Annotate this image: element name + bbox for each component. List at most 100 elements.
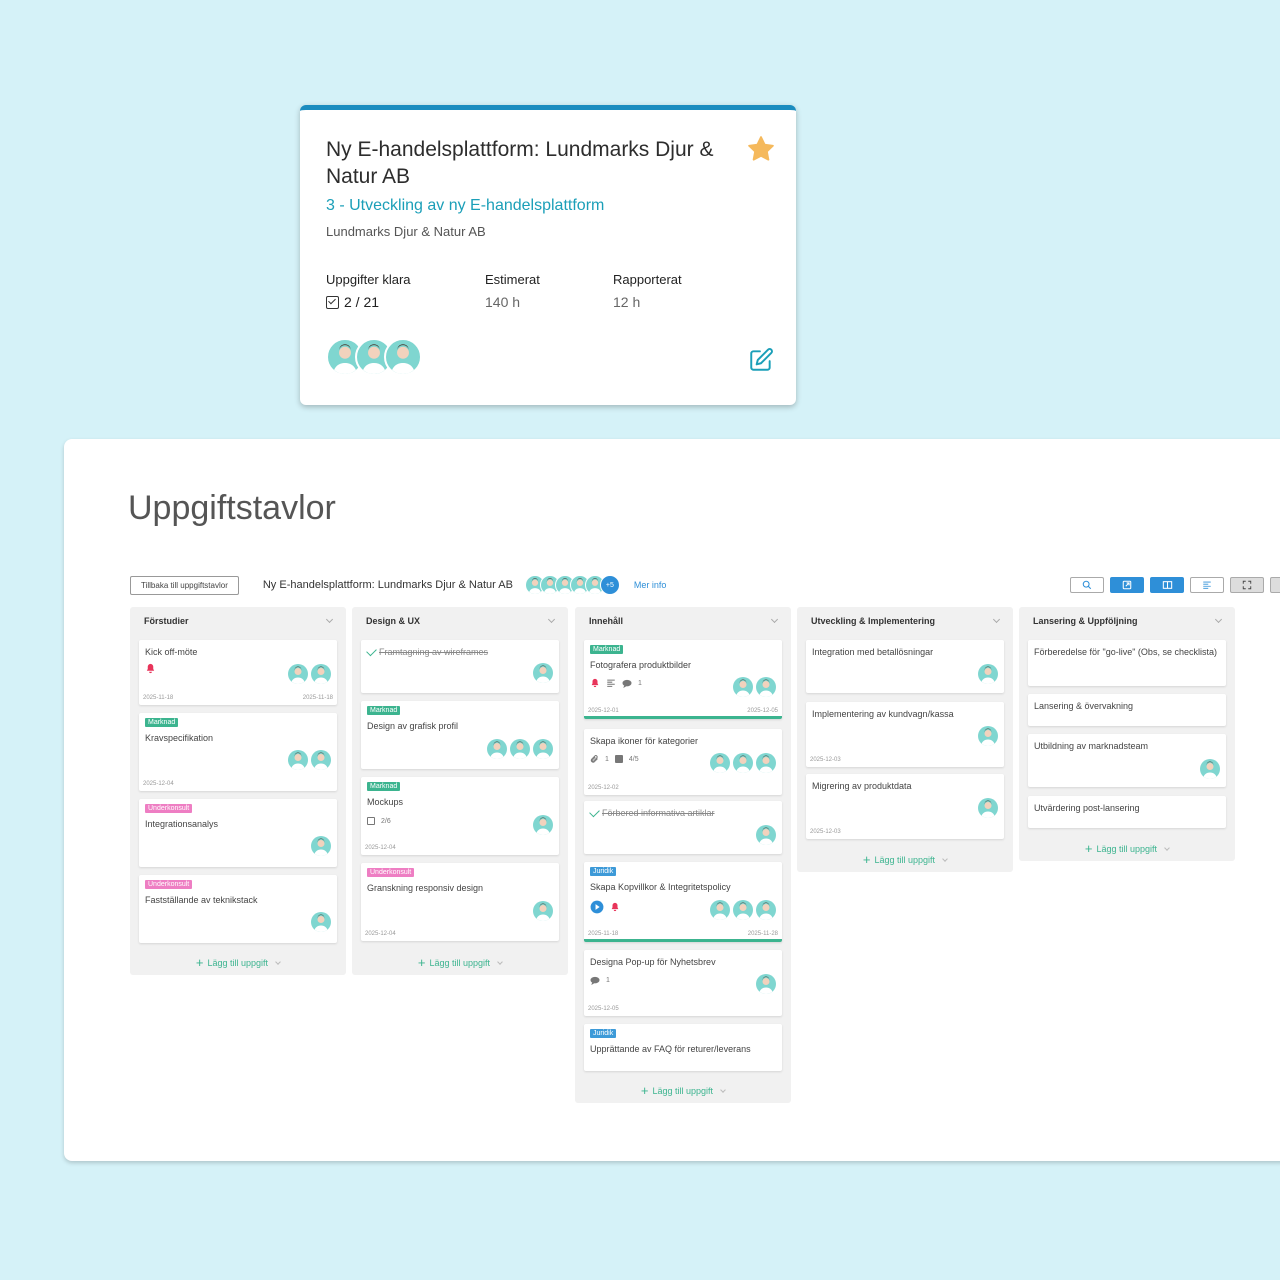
stat-label: Uppgifter klara — [326, 272, 411, 287]
more-members-badge[interactable]: +5 — [599, 575, 620, 595]
back-to-boards-button[interactable]: Tillbaka till uppgiftstavlor — [130, 575, 239, 595]
chevron-down-icon — [942, 856, 948, 862]
avatar[interactable] — [1200, 759, 1220, 779]
chevron-down-icon[interactable] — [325, 615, 334, 624]
task-card[interactable]: Marknad Design av grafisk profil — [361, 701, 559, 769]
avatar[interactable] — [487, 739, 507, 759]
column-innehall[interactable]: Innehåll Marknad Fotografera produktbild… — [575, 607, 791, 1103]
avatar[interactable] — [978, 798, 998, 818]
checklist-icon — [367, 817, 375, 825]
details-button[interactable] — [1270, 577, 1280, 593]
column-design-ux[interactable]: Design & UX Framtagning av wireframes Ma… — [352, 607, 568, 975]
project-card[interactable]: Ny E-handelsplattform: Lundmarks Djur & … — [300, 105, 796, 405]
avatar[interactable] — [978, 664, 998, 684]
edit-icon[interactable] — [748, 347, 774, 373]
task-due-date: 2025-12-03 — [810, 757, 841, 763]
task-card[interactable]: Marknad Kravspecifikation 2025-12-04 — [139, 713, 337, 791]
avatar[interactable] — [756, 753, 776, 773]
avatar[interactable] — [533, 815, 553, 835]
chevron-down-icon[interactable] — [992, 615, 1001, 624]
avatar[interactable] — [533, 663, 553, 683]
open-external-button[interactable] — [1110, 577, 1144, 593]
task-card[interactable]: Utbildning av marknadsteam — [1028, 734, 1226, 787]
task-card[interactable]: Juridik Skapa Kopvillkor & Integritetspo… — [584, 862, 782, 942]
task-card[interactable]: Marknad Fotografera produktbilder 1 2025… — [584, 640, 782, 719]
task-card[interactable]: Lansering & övervakning — [1028, 694, 1226, 726]
avatar[interactable] — [288, 750, 308, 770]
add-task-button[interactable]: + Lägg till uppgift — [1019, 841, 1235, 856]
column-forstudier[interactable]: Förstudier Kick off-möte 2025-11-18 2025… — [130, 607, 346, 975]
fullscreen-button[interactable] — [1230, 577, 1264, 593]
board-panel: Uppgiftstavlor Tillbaka till uppgiftstav… — [64, 439, 1280, 1161]
search-button[interactable] — [1070, 577, 1104, 593]
play-icon[interactable] — [590, 900, 604, 914]
avatar[interactable] — [733, 900, 753, 920]
chevron-down-icon[interactable] — [1214, 615, 1223, 624]
task-start-date: 2025-11-18 — [143, 695, 174, 701]
task-due-date: 2025-11-18 — [302, 695, 333, 701]
task-title: Fastställande av teknikstack — [145, 895, 258, 905]
column-utveckling[interactable]: Utveckling & Implementering Integration … — [797, 607, 1013, 872]
avatar[interactable] — [311, 664, 331, 684]
task-title: Granskning responsiv design — [367, 883, 484, 893]
task-card[interactable]: Utvärdering post-lansering — [1028, 796, 1226, 828]
avatar[interactable] — [733, 677, 753, 697]
task-title: Migrering av produktdata — [812, 781, 912, 791]
checklist-count: 4/5 — [628, 755, 639, 763]
task-due-date: 2025-12-05 — [747, 708, 778, 714]
list-view-button[interactable] — [1190, 577, 1224, 593]
more-info-link[interactable]: Mer info — [634, 580, 667, 590]
task-card[interactable]: Marknad Mockups 2/6 2025-12-04 — [361, 777, 559, 855]
avatar[interactable] — [311, 912, 331, 932]
task-card[interactable]: Skapa ikoner för kategorier 1 4/5 2025-1… — [584, 729, 782, 795]
avatar[interactable] — [756, 677, 776, 697]
column-lansering[interactable]: Lansering & Uppföljning Förberedelse för… — [1019, 607, 1235, 861]
plus-icon: + — [1084, 841, 1093, 856]
task-card[interactable]: Förberedelse för "go-live" (Obs, se chec… — [1028, 640, 1226, 686]
task-card[interactable]: Förbered informativa artiklar — [584, 801, 782, 854]
task-card[interactable]: Underkonsult Fastställande av teknikstac… — [139, 875, 337, 943]
avatar[interactable] — [756, 825, 776, 845]
task-title: Implementering av kundvagn/kassa — [812, 709, 954, 719]
add-task-button[interactable]: + Lägg till uppgift — [797, 852, 1013, 867]
avatar[interactable] — [733, 753, 753, 773]
board-view-button[interactable] — [1150, 577, 1184, 593]
star-icon[interactable] — [746, 134, 776, 164]
add-task-button[interactable]: + Lägg till uppgift — [130, 955, 346, 970]
avatar[interactable] — [533, 739, 553, 759]
chevron-down-icon[interactable] — [770, 615, 779, 624]
avatar[interactable] — [384, 338, 422, 376]
avatar[interactable] — [710, 753, 730, 773]
task-card[interactable]: Implementering av kundvagn/kassa 2025-12… — [806, 702, 1004, 767]
avatar[interactable] — [710, 900, 730, 920]
avatar[interactable] — [756, 974, 776, 994]
task-card[interactable]: Integration med betallösningar — [806, 640, 1004, 693]
avatar[interactable] — [533, 901, 553, 921]
task-card[interactable]: Underkonsult Granskning responsiv design… — [361, 863, 559, 941]
project-members[interactable] — [326, 338, 422, 376]
chevron-down-icon[interactable] — [547, 615, 556, 624]
avatar[interactable] — [311, 750, 331, 770]
add-task-button[interactable]: + Lägg till uppgift — [575, 1083, 791, 1098]
avatar[interactable] — [311, 836, 331, 856]
avatar[interactable] — [288, 664, 308, 684]
board-members[interactable]: +5 — [524, 575, 620, 595]
project-subtitle-link[interactable]: 3 - Utveckling av ny E-handelsplattform — [326, 197, 604, 215]
avatar[interactable] — [510, 739, 530, 759]
task-card[interactable]: Kick off-möte 2025-11-18 2025-11-18 — [139, 640, 337, 705]
task-card[interactable]: Juridik Upprättande av FAQ för returer/l… — [584, 1024, 782, 1071]
stat-tasks-done: Uppgifter klara 2 / 21 — [326, 272, 411, 310]
task-card[interactable]: Framtagning av wireframes — [361, 640, 559, 693]
checklist-icon — [614, 755, 623, 763]
task-card[interactable]: Designa Pop-up för Nyhetsbrev 1 2025-12-… — [584, 950, 782, 1016]
avatar[interactable] — [756, 900, 776, 920]
task-due-date: 2025-12-04 — [365, 931, 396, 937]
task-card[interactable]: Underkonsult Integrationsanalys — [139, 799, 337, 867]
comment-count: 1 — [606, 977, 610, 984]
avatar[interactable] — [978, 726, 998, 746]
add-task-button[interactable]: + Lägg till uppgift — [352, 955, 568, 970]
task-title: Utvärdering post-lansering — [1034, 803, 1140, 813]
view-controls — [1070, 577, 1280, 593]
stat-label: Rapporterat — [613, 272, 682, 287]
task-card[interactable]: Migrering av produktdata 2025-12-03 — [806, 774, 1004, 839]
